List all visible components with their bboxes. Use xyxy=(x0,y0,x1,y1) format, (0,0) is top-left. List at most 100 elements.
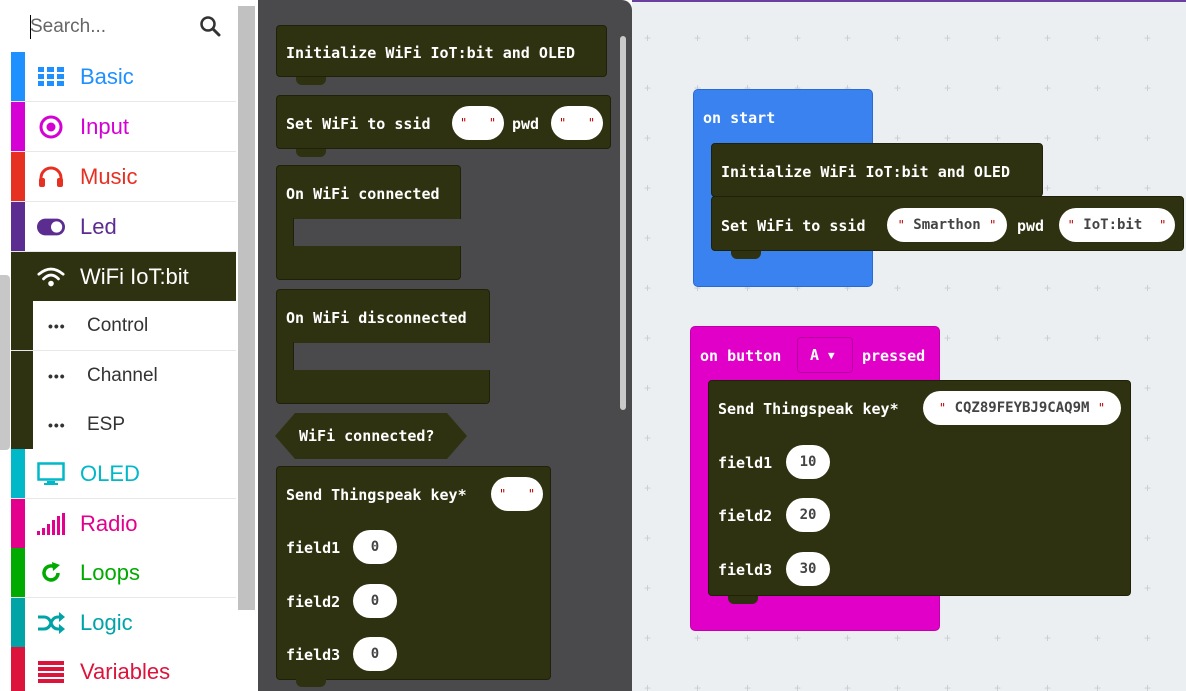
grid-plus-mark: + xyxy=(994,31,1002,45)
category-label: Loops xyxy=(80,560,140,585)
toolbox-scrollbar[interactable] xyxy=(238,6,255,610)
text-caret xyxy=(30,15,31,39)
pwd-input[interactable]: " " xyxy=(551,106,603,140)
thingspeak-key-input[interactable]: " " xyxy=(491,477,543,511)
thingspeak-key-input[interactable]: " CQZ89FEYBJ9CAQ9M " xyxy=(923,391,1121,425)
block-label: pwd xyxy=(512,115,540,133)
block-c-arm xyxy=(276,342,294,372)
grid-plus-mark: + xyxy=(1094,131,1102,145)
field2-input[interactable]: 20 xyxy=(786,498,830,532)
grid-plus-mark: + xyxy=(1044,31,1052,45)
grid-plus-mark: + xyxy=(994,681,1002,691)
block-c-arm xyxy=(276,218,294,248)
grid-plus-mark: + xyxy=(644,231,652,245)
block-notch xyxy=(296,679,326,687)
grid-plus-mark: + xyxy=(744,681,752,691)
button-dropdown[interactable]: A ▼ xyxy=(797,337,853,373)
target-icon xyxy=(37,114,65,140)
send-thingspeak-block[interactable]: Send Thingspeak key* " " field1 0 field2… xyxy=(276,466,551,680)
grid-plus-mark: + xyxy=(944,281,952,295)
category-led[interactable]: Led xyxy=(11,202,236,252)
grid-plus-mark: + xyxy=(1144,681,1152,691)
button-dropdown-value: A xyxy=(810,346,820,364)
grid-plus-mark: + xyxy=(694,631,702,645)
grid-plus-mark: + xyxy=(1144,481,1152,495)
list-icon xyxy=(37,659,65,685)
block-label: On WiFi disconnected xyxy=(286,309,467,327)
category-color-bar xyxy=(11,52,25,101)
grid-plus-mark: + xyxy=(644,31,652,45)
category-variables[interactable]: Variables xyxy=(11,647,236,691)
category-color-bar xyxy=(11,202,25,251)
grid-plus-mark: + xyxy=(794,631,802,645)
field1-input[interactable]: 0 xyxy=(353,530,397,564)
loop-icon xyxy=(37,560,65,586)
category-label: WiFi IoT:bit xyxy=(80,264,189,289)
block-label: Set WiFi to ssid xyxy=(721,217,866,235)
field-label: field3 xyxy=(286,646,341,664)
grid-plus-mark: + xyxy=(894,281,902,295)
grid-plus-mark: + xyxy=(1094,631,1102,645)
more-dots-icon: ••• xyxy=(48,417,66,433)
category-logic[interactable]: Logic xyxy=(11,598,236,648)
grid-plus-mark: + xyxy=(1144,431,1152,445)
category-wifi-iotbit[interactable]: WiFi IoT:bit xyxy=(11,252,236,302)
field-label: field1 xyxy=(718,454,773,472)
grid-plus-mark: + xyxy=(894,631,902,645)
ssid-input[interactable]: " Smarthon " xyxy=(887,208,1007,242)
field3-input[interactable]: 0 xyxy=(353,637,397,671)
set-wifi-block[interactable]: Set WiFi to ssid " Smarthon " pwd " IoT:… xyxy=(711,196,1184,251)
grid-plus-mark: + xyxy=(944,331,952,345)
field2-input[interactable]: 0 xyxy=(353,584,397,618)
on-wifi-connected-block[interactable]: On WiFi connected xyxy=(276,165,461,219)
init-wifi-block[interactable]: Initialize WiFi IoT:bit and OLED xyxy=(711,143,1043,197)
send-thingspeak-block[interactable]: Send Thingspeak key* " CQZ89FEYBJ9CAQ9M … xyxy=(708,380,1131,596)
category-radio[interactable]: Radio xyxy=(11,499,236,549)
grid-plus-mark: + xyxy=(1094,31,1102,45)
category-input[interactable]: Input xyxy=(11,102,236,152)
pwd-value: IoT:bit xyxy=(1083,217,1143,233)
category-basic[interactable]: Basic xyxy=(11,52,236,102)
field1-input[interactable]: 10 xyxy=(786,445,830,479)
search-icon[interactable] xyxy=(199,15,221,37)
block-label: pressed xyxy=(862,347,926,365)
wifi-icon xyxy=(37,264,65,290)
set-wifi-block[interactable]: Set WiFi to ssid " " pwd " " xyxy=(276,95,611,149)
ssid-input[interactable]: " " xyxy=(452,106,504,140)
subcategory-channel[interactable]: ••• Channel xyxy=(11,351,236,401)
pwd-input[interactable]: " IoT:bit " xyxy=(1059,208,1175,242)
block-notch xyxy=(728,596,758,604)
subcategory-label: ESP xyxy=(87,414,126,435)
collapse-handle[interactable] xyxy=(0,275,10,450)
category-oled[interactable]: OLED xyxy=(11,449,236,499)
grid-plus-mark: + xyxy=(1094,181,1102,195)
field3-input[interactable]: 30 xyxy=(786,552,830,586)
subcategory-control[interactable]: ••• Control xyxy=(11,301,236,351)
subcategory-color-bar xyxy=(11,301,33,350)
headphones-icon xyxy=(37,164,65,190)
category-color-bar xyxy=(11,102,25,151)
field-label: field2 xyxy=(286,593,341,611)
flyout-scrollbar[interactable] xyxy=(620,36,626,410)
block-label: Send Thingspeak key* xyxy=(718,400,899,418)
category-music[interactable]: Music xyxy=(11,152,236,202)
toolbox: Basic Input Music Led WiFi IoT:bit xyxy=(0,0,258,691)
grid-plus-mark: + xyxy=(1144,581,1152,595)
on-wifi-disconnected-block[interactable]: On WiFi disconnected xyxy=(276,289,490,343)
grid-plus-mark: + xyxy=(694,681,702,691)
grid-plus-mark: + xyxy=(1044,631,1052,645)
category-label: OLED xyxy=(80,461,140,486)
category-loops[interactable]: Loops xyxy=(11,548,236,598)
grid-plus-mark: + xyxy=(1144,531,1152,545)
wifi-connected-check-block[interactable]: WiFi connected? xyxy=(275,413,467,459)
init-wifi-block[interactable]: Initialize WiFi IoT:bit and OLED xyxy=(276,25,607,77)
grid-plus-mark: + xyxy=(644,581,652,595)
grid-plus-mark: + xyxy=(1094,281,1102,295)
grid-plus-mark: + xyxy=(844,681,852,691)
grid-plus-mark: + xyxy=(1144,631,1152,645)
category-label: Led xyxy=(80,214,117,239)
category-color-bar xyxy=(11,548,25,597)
subcategory-esp[interactable]: ••• ESP xyxy=(11,400,236,450)
search-input[interactable] xyxy=(30,14,190,40)
subcategory-color-bar xyxy=(11,351,33,400)
